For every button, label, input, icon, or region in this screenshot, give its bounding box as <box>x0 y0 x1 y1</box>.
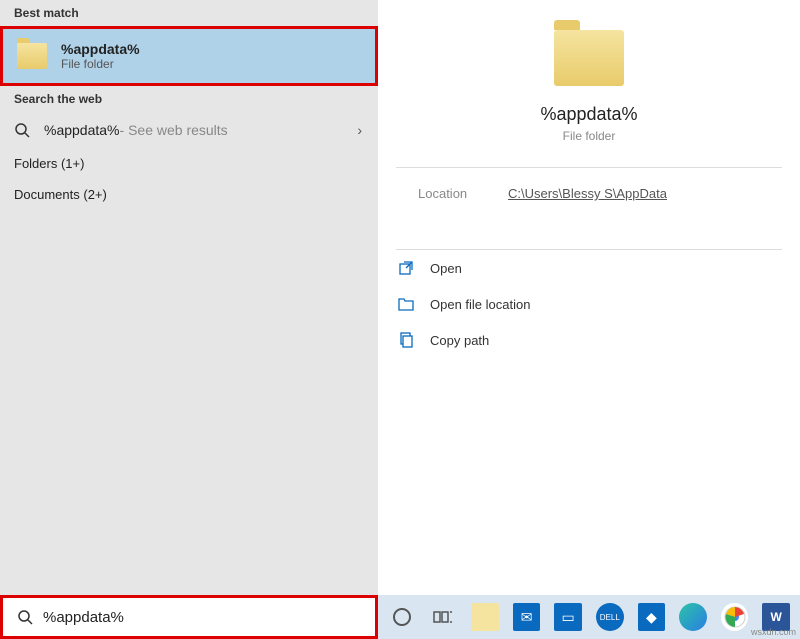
search-web-label: Search the web <box>0 86 378 112</box>
chrome-icon[interactable] <box>721 603 749 631</box>
web-result-sub: - See web results <box>120 122 228 138</box>
open-action[interactable]: Open <box>378 250 800 286</box>
documents-category[interactable]: Documents (2+) <box>0 179 378 210</box>
preview-title: %appdata% <box>540 104 637 125</box>
chevron-right-icon: › <box>357 122 362 138</box>
preview-header: %appdata% File folder <box>378 0 800 143</box>
open-location-action[interactable]: Open file location <box>378 286 800 322</box>
preview-subtitle: File folder <box>563 129 616 143</box>
location-label: Location <box>418 186 508 201</box>
taskbar: ✉ ▭ DELL ◆ W <box>378 595 800 639</box>
preview-panel: %appdata% File folder Location C:\Users\… <box>378 0 800 595</box>
best-match-result[interactable]: %appdata% File folder <box>0 26 378 86</box>
copy-path-label: Copy path <box>430 333 489 348</box>
web-result-title: %appdata% <box>44 122 120 138</box>
folder-icon <box>17 43 47 69</box>
search-box[interactable]: %appdata% <box>0 595 378 639</box>
copy-icon <box>396 330 416 350</box>
search-icon <box>14 122 30 138</box>
best-match-label: Best match <box>0 0 378 26</box>
store-icon[interactable]: ▭ <box>554 603 582 631</box>
edge-icon[interactable] <box>679 603 707 631</box>
web-result[interactable]: %appdata% - See web results › <box>0 112 378 148</box>
best-match-text: %appdata% File folder <box>61 41 140 71</box>
search-results-panel: Best match %appdata% File folder Search … <box>0 0 378 595</box>
security-icon[interactable]: ◆ <box>638 603 666 631</box>
mail-icon[interactable]: ✉ <box>513 603 541 631</box>
search-input-value: %appdata% <box>43 609 124 626</box>
folder-open-icon <box>396 294 416 314</box>
location-row: Location C:\Users\Blessy S\AppData <box>378 168 800 225</box>
file-explorer-icon[interactable] <box>471 603 499 631</box>
watermark: wsxdn.com <box>751 627 796 637</box>
open-location-label: Open file location <box>430 297 530 312</box>
best-match-subtitle: File folder <box>61 57 140 71</box>
best-match-title: %appdata% <box>61 41 140 57</box>
open-icon <box>396 258 416 278</box>
task-view-icon[interactable] <box>430 603 458 631</box>
cortana-icon[interactable] <box>388 603 416 631</box>
open-label: Open <box>430 261 462 276</box>
location-value[interactable]: C:\Users\Blessy S\AppData <box>508 186 667 201</box>
folders-category[interactable]: Folders (1+) <box>0 148 378 179</box>
dell-icon[interactable]: DELL <box>596 603 624 631</box>
copy-path-action[interactable]: Copy path <box>378 322 800 358</box>
large-folder-icon <box>554 30 624 86</box>
search-icon <box>17 609 33 625</box>
